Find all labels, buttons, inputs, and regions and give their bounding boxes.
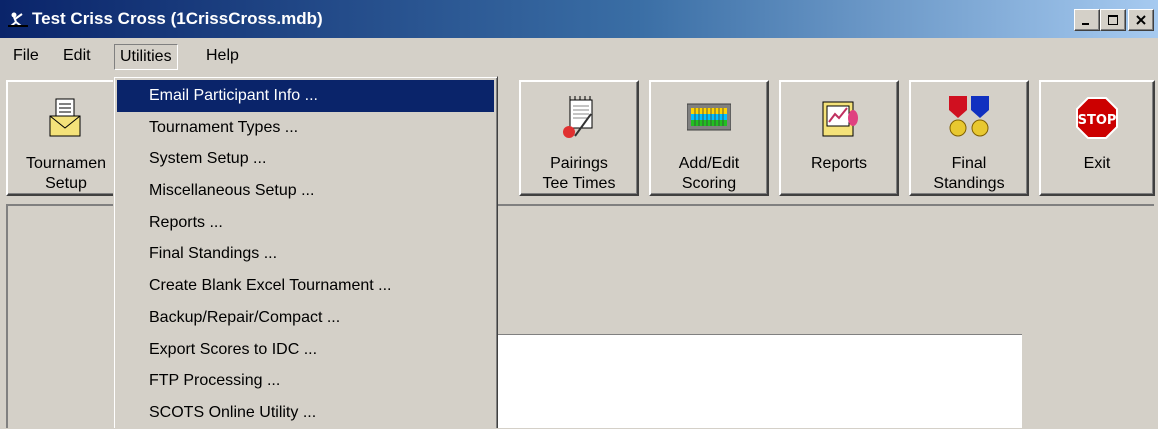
window-title: Test Criss Cross (1CrissCross.mdb) [32,9,323,28]
final-standings-button[interactable]: Final Standings [909,80,1029,196]
menu-tournament-types[interactable]: Tournament Types ... [117,112,494,144]
menu-reports[interactable]: Reports ... [117,207,494,239]
menu-create-blank-excel[interactable]: Create Blank Excel Tournament ... [117,270,494,302]
minimize-button[interactable] [1074,9,1100,31]
pairings-tee-times-label: Pairings Tee Times [542,155,616,192]
menu-email-participant-info[interactable]: Email Participant Info ... [117,80,494,112]
reports-clipboard-icon [817,96,861,140]
tournament-envelope-icon [44,96,88,140]
menu-file[interactable]: File [8,44,44,70]
menu-final-standings[interactable]: Final Standings ... [117,238,494,270]
scoring-grid-icon [686,96,732,140]
reports-button[interactable]: Reports [779,80,899,196]
menu-scots-online-utility[interactable]: SCOTS Online Utility ... [117,397,494,429]
maximize-button[interactable] [1100,9,1126,31]
menu-edit[interactable]: Edit [58,44,96,70]
menu-bar: File Edit Utilities Help [0,40,1158,72]
close-icon [1136,15,1146,25]
golfer-app-icon[interactable] [8,11,28,27]
svg-text:STOP: STOP [1078,113,1117,128]
final-standings-label: Final Standings [933,155,1005,192]
exit-label: Exit [1083,155,1111,172]
reports-label: Reports [810,155,868,172]
utilities-dropdown: Email Participant Info ... Tournament Ty… [113,76,498,428]
menu-ftp-processing[interactable]: FTP Processing ... [117,365,494,397]
menu-system-setup[interactable]: System Setup ... [117,143,494,175]
stop-sign-icon: STOP [1075,96,1119,140]
exit-button[interactable]: STOP Exit [1039,80,1155,196]
pairings-notepad-icon [557,96,601,140]
pairings-tee-times-button[interactable]: Pairings Tee Times [519,80,639,196]
window-controls [1074,9,1154,31]
medals-icon [947,96,991,140]
menu-export-scores-idc[interactable]: Export Scores to IDC ... [117,334,494,366]
menu-utilities[interactable]: Utilities [114,44,178,70]
content-area[interactable] [496,334,1022,428]
tournament-setup-label: Tournamen Setup [25,155,107,192]
menu-help[interactable]: Help [201,44,244,70]
maximize-icon [1108,15,1118,25]
title-bar: Test Criss Cross (1CrissCross.mdb) [0,0,1158,38]
add-edit-scoring-button[interactable]: Add/Edit Scoring [649,80,769,196]
menu-backup-repair-compact[interactable]: Backup/Repair/Compact ... [117,302,494,334]
close-button[interactable] [1128,9,1154,31]
add-edit-scoring-label: Add/Edit Scoring [678,155,740,192]
minimize-icon [1082,23,1089,25]
menu-miscellaneous-setup[interactable]: Miscellaneous Setup ... [117,175,494,207]
tournament-setup-button[interactable]: Tournamen Setup [6,80,126,196]
